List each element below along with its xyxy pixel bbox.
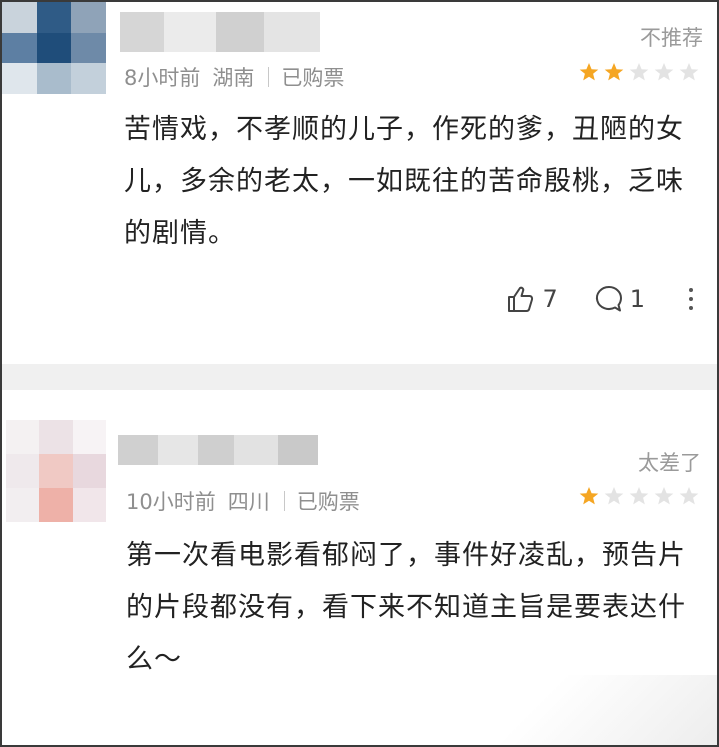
review-meta: 10小时前 四川 已购票	[126, 486, 360, 516]
star-empty-icon	[654, 487, 674, 505]
location: 四川	[227, 490, 270, 514]
more-vertical-icon[interactable]	[689, 288, 693, 310]
verdict-tag: 太差了	[638, 451, 701, 475]
star-empty-icon	[604, 487, 624, 505]
location: 湖南	[212, 66, 255, 90]
post-time: 10小时前	[126, 490, 216, 514]
star-empty-icon	[679, 63, 699, 81]
like-count: 7	[542, 285, 558, 313]
avatar[interactable]	[6, 420, 106, 522]
star-rating	[579, 486, 699, 506]
review-meta: 8小时前 湖南 已购票	[124, 62, 344, 92]
meta-separator	[268, 67, 270, 87]
review-content: 苦情戏，不孝顺的儿子，作死的爹，丑陋的女儿，多余的老太，一如既往的苦命殷桃，乏味…	[124, 114, 684, 249]
review-content: 第一次看电影看郁闷了，事件好凌乱，预告片的片段都没有，看下来不知道主旨是要表达什…	[126, 540, 686, 675]
star-filled-icon	[604, 63, 624, 81]
username-blurred[interactable]	[120, 12, 320, 52]
ticket-status: 已购票	[296, 490, 360, 514]
avatar[interactable]	[2, 2, 106, 94]
comment-button[interactable]: 1	[594, 284, 645, 314]
review-list: 不推荐 8小时前 湖南 已购票 苦情戏，不孝顺的儿子，作死的爹，丑陋的女儿，多余…	[0, 0, 719, 747]
username-blurred[interactable]	[118, 435, 318, 465]
section-divider	[2, 364, 717, 390]
like-button[interactable]: 7	[506, 284, 558, 314]
review-card: 太差了 10小时前 四川 已购票 第一次看电影看郁闷了，事件好凌乱，预告片的片段…	[2, 390, 717, 745]
review-actions: 7 1	[506, 284, 693, 314]
meta-separator	[283, 491, 285, 511]
star-rating	[579, 62, 699, 82]
star-empty-icon	[654, 63, 674, 81]
star-empty-icon	[629, 487, 649, 505]
verdict-tag: 不推荐	[640, 26, 703, 50]
star-empty-icon	[679, 487, 699, 505]
star-empty-icon	[629, 63, 649, 81]
thumbs-up-icon	[508, 286, 534, 312]
star-filled-icon	[579, 63, 599, 81]
comment-bubble-icon	[595, 285, 622, 312]
comment-count: 1	[629, 285, 645, 313]
ticket-status: 已购票	[281, 66, 345, 90]
star-filled-icon	[579, 487, 599, 505]
post-time: 8小时前	[124, 66, 201, 90]
review-card: 不推荐 8小时前 湖南 已购票 苦情戏，不孝顺的儿子，作死的爹，丑陋的女儿，多余…	[2, 2, 717, 364]
